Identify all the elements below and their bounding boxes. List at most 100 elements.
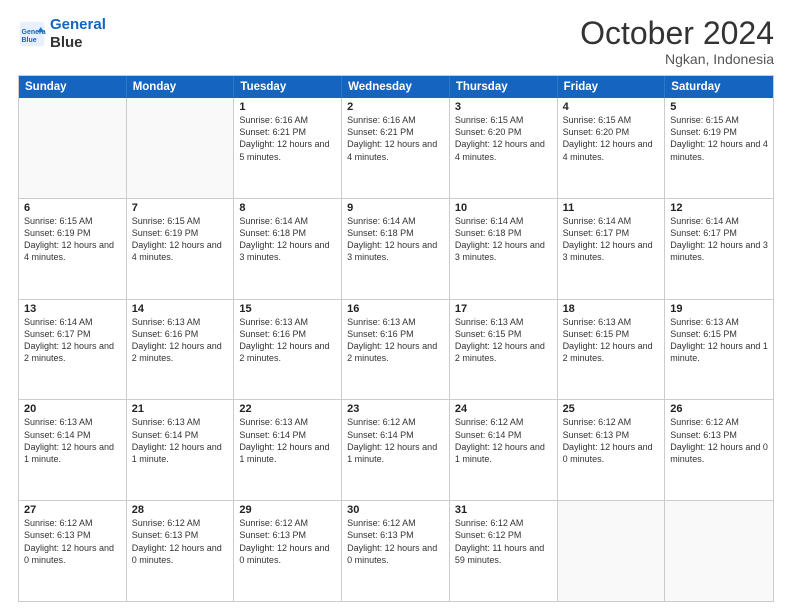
calendar-row-3: 20Sunrise: 6:13 AM Sunset: 6:14 PM Dayli… xyxy=(19,399,773,500)
logo-icon: General Blue xyxy=(18,20,46,48)
day-info: Sunrise: 6:13 AM Sunset: 6:15 PM Dayligh… xyxy=(455,316,552,365)
day-number: 6 xyxy=(24,202,121,214)
day-info: Sunrise: 6:15 AM Sunset: 6:19 PM Dayligh… xyxy=(132,215,229,264)
weekday-header-tuesday: Tuesday xyxy=(234,76,342,98)
day-cell-25: 25Sunrise: 6:12 AM Sunset: 6:13 PM Dayli… xyxy=(558,400,666,500)
day-number: 31 xyxy=(455,504,552,516)
day-info: Sunrise: 6:14 AM Sunset: 6:17 PM Dayligh… xyxy=(563,215,660,264)
day-number: 27 xyxy=(24,504,121,516)
day-info: Sunrise: 6:13 AM Sunset: 6:14 PM Dayligh… xyxy=(24,416,121,465)
day-number: 14 xyxy=(132,303,229,315)
day-info: Sunrise: 6:12 AM Sunset: 6:14 PM Dayligh… xyxy=(347,416,444,465)
calendar: SundayMondayTuesdayWednesdayThursdayFrid… xyxy=(18,75,774,602)
day-number: 1 xyxy=(239,101,336,113)
day-cell-13: 13Sunrise: 6:14 AM Sunset: 6:17 PM Dayli… xyxy=(19,300,127,400)
month-title: October 2024 xyxy=(580,16,774,51)
calendar-row-4: 27Sunrise: 6:12 AM Sunset: 6:13 PM Dayli… xyxy=(19,500,773,601)
day-cell-7: 7Sunrise: 6:15 AM Sunset: 6:19 PM Daylig… xyxy=(127,199,235,299)
logo: General Blue General Blue xyxy=(18,16,106,52)
day-info: Sunrise: 6:12 AM Sunset: 6:14 PM Dayligh… xyxy=(455,416,552,465)
day-number: 5 xyxy=(670,101,768,113)
day-info: Sunrise: 6:14 AM Sunset: 6:18 PM Dayligh… xyxy=(347,215,444,264)
day-number: 17 xyxy=(455,303,552,315)
day-cell-26: 26Sunrise: 6:12 AM Sunset: 6:13 PM Dayli… xyxy=(665,400,773,500)
day-cell-18: 18Sunrise: 6:13 AM Sunset: 6:15 PM Dayli… xyxy=(558,300,666,400)
day-cell-11: 11Sunrise: 6:14 AM Sunset: 6:17 PM Dayli… xyxy=(558,199,666,299)
day-info: Sunrise: 6:15 AM Sunset: 6:20 PM Dayligh… xyxy=(455,114,552,163)
day-info: Sunrise: 6:14 AM Sunset: 6:17 PM Dayligh… xyxy=(24,316,121,365)
day-cell-27: 27Sunrise: 6:12 AM Sunset: 6:13 PM Dayli… xyxy=(19,501,127,601)
day-cell-29: 29Sunrise: 6:12 AM Sunset: 6:13 PM Dayli… xyxy=(234,501,342,601)
day-number: 30 xyxy=(347,504,444,516)
day-info: Sunrise: 6:14 AM Sunset: 6:17 PM Dayligh… xyxy=(670,215,768,264)
day-number: 24 xyxy=(455,403,552,415)
day-number: 11 xyxy=(563,202,660,214)
day-cell-10: 10Sunrise: 6:14 AM Sunset: 6:18 PM Dayli… xyxy=(450,199,558,299)
day-cell-15: 15Sunrise: 6:13 AM Sunset: 6:16 PM Dayli… xyxy=(234,300,342,400)
day-cell-5: 5Sunrise: 6:15 AM Sunset: 6:19 PM Daylig… xyxy=(665,98,773,198)
day-number: 26 xyxy=(670,403,768,415)
calendar-body: 1Sunrise: 6:16 AM Sunset: 6:21 PM Daylig… xyxy=(19,98,773,601)
day-cell-22: 22Sunrise: 6:13 AM Sunset: 6:14 PM Dayli… xyxy=(234,400,342,500)
day-number: 8 xyxy=(239,202,336,214)
calendar-header: SundayMondayTuesdayWednesdayThursdayFrid… xyxy=(19,76,773,98)
day-cell-1: 1Sunrise: 6:16 AM Sunset: 6:21 PM Daylig… xyxy=(234,98,342,198)
day-cell-3: 3Sunrise: 6:15 AM Sunset: 6:20 PM Daylig… xyxy=(450,98,558,198)
header: General Blue General Blue October 2024 N… xyxy=(18,16,774,67)
calendar-row-1: 6 Sunrise: 6:15 AM Sunset: 6:19 PM Daylig… xyxy=(19,198,773,299)
day-cell-31: 31Sunrise: 6:12 AM Sunset: 6:12 PM Dayli… xyxy=(450,501,558,601)
day-info: Sunrise: 6:15 AM Sunset: 6:19 PM Dayligh… xyxy=(670,114,768,163)
day-cell-23: 23Sunrise: 6:12 AM Sunset: 6:14 PM Dayli… xyxy=(342,400,450,500)
day-cell-20: 20Sunrise: 6:13 AM Sunset: 6:14 PM Dayli… xyxy=(19,400,127,500)
weekday-header-saturday: Saturday xyxy=(665,76,773,98)
day-number: 20 xyxy=(24,403,121,415)
day-info: Sunrise: 6:13 AM Sunset: 6:16 PM Dayligh… xyxy=(347,316,444,365)
day-cell-empty-4-6 xyxy=(665,501,773,601)
day-number: 2 xyxy=(347,101,444,113)
day-number: 10 xyxy=(455,202,552,214)
day-number: 23 xyxy=(347,403,444,415)
weekday-header-friday: Friday xyxy=(558,76,666,98)
day-info: Sunrise: 6:13 AM Sunset: 6:16 PM Dayligh… xyxy=(239,316,336,365)
day-info: Sunrise: 6:16 AM Sunset: 6:21 PM Dayligh… xyxy=(239,114,336,163)
day-cell-21: 21Sunrise: 6:13 AM Sunset: 6:14 PM Dayli… xyxy=(127,400,235,500)
day-cell-9: 9Sunrise: 6:14 AM Sunset: 6:18 PM Daylig… xyxy=(342,199,450,299)
svg-text:Blue: Blue xyxy=(22,37,37,44)
day-number: 13 xyxy=(24,303,121,315)
day-info: Sunrise: 6:13 AM Sunset: 6:15 PM Dayligh… xyxy=(670,316,768,365)
day-number: 12 xyxy=(670,202,768,214)
day-cell-24: 24Sunrise: 6:12 AM Sunset: 6:14 PM Dayli… xyxy=(450,400,558,500)
day-info: Sunrise: 6:12 AM Sunset: 6:13 PM Dayligh… xyxy=(24,517,121,566)
day-cell-empty-4-5 xyxy=(558,501,666,601)
weekday-header-monday: Monday xyxy=(127,76,235,98)
weekday-header-wednesday: Wednesday xyxy=(342,76,450,98)
day-info: Sunrise: 6:13 AM Sunset: 6:14 PM Dayligh… xyxy=(132,416,229,465)
day-cell-4: 4Sunrise: 6:15 AM Sunset: 6:20 PM Daylig… xyxy=(558,98,666,198)
day-cell-14: 14Sunrise: 6:13 AM Sunset: 6:16 PM Dayli… xyxy=(127,300,235,400)
day-cell-28: 28Sunrise: 6:12 AM Sunset: 6:13 PM Dayli… xyxy=(127,501,235,601)
day-number: 29 xyxy=(239,504,336,516)
day-number: 9 xyxy=(347,202,444,214)
day-cell-2: 2Sunrise: 6:16 AM Sunset: 6:21 PM Daylig… xyxy=(342,98,450,198)
day-info: Sunrise: 6:14 AM Sunset: 6:18 PM Dayligh… xyxy=(239,215,336,264)
day-info: Sunrise: 6:13 AM Sunset: 6:14 PM Dayligh… xyxy=(239,416,336,465)
day-info: Sunrise: 6:13 AM Sunset: 6:15 PM Dayligh… xyxy=(563,316,660,365)
day-number: 19 xyxy=(670,303,768,315)
day-info: Sunrise: 6:13 AM Sunset: 6:16 PM Dayligh… xyxy=(132,316,229,365)
weekday-header-thursday: Thursday xyxy=(450,76,558,98)
title-block: October 2024 Ngkan, Indonesia xyxy=(580,16,774,67)
location: Ngkan, Indonesia xyxy=(580,51,774,67)
day-info: Sunrise: 6:12 AM Sunset: 6:13 PM Dayligh… xyxy=(239,517,336,566)
logo-text: General Blue xyxy=(50,16,106,52)
day-number: 4 xyxy=(563,101,660,113)
day-number: 25 xyxy=(563,403,660,415)
day-info: Sunrise: 6:12 AM Sunset: 6:13 PM Dayligh… xyxy=(563,416,660,465)
day-info: Sunrise: 6:14 AM Sunset: 6:18 PM Dayligh… xyxy=(455,215,552,264)
day-number: 18 xyxy=(563,303,660,315)
day-number: 28 xyxy=(132,504,229,516)
day-number: 15 xyxy=(239,303,336,315)
day-info: Sunrise: 6:12 AM Sunset: 6:13 PM Dayligh… xyxy=(670,416,768,465)
page: General Blue General Blue October 2024 N… xyxy=(0,0,792,612)
calendar-row-2: 13Sunrise: 6:14 AM Sunset: 6:17 PM Dayli… xyxy=(19,299,773,400)
day-cell-empty-0-1 xyxy=(127,98,235,198)
